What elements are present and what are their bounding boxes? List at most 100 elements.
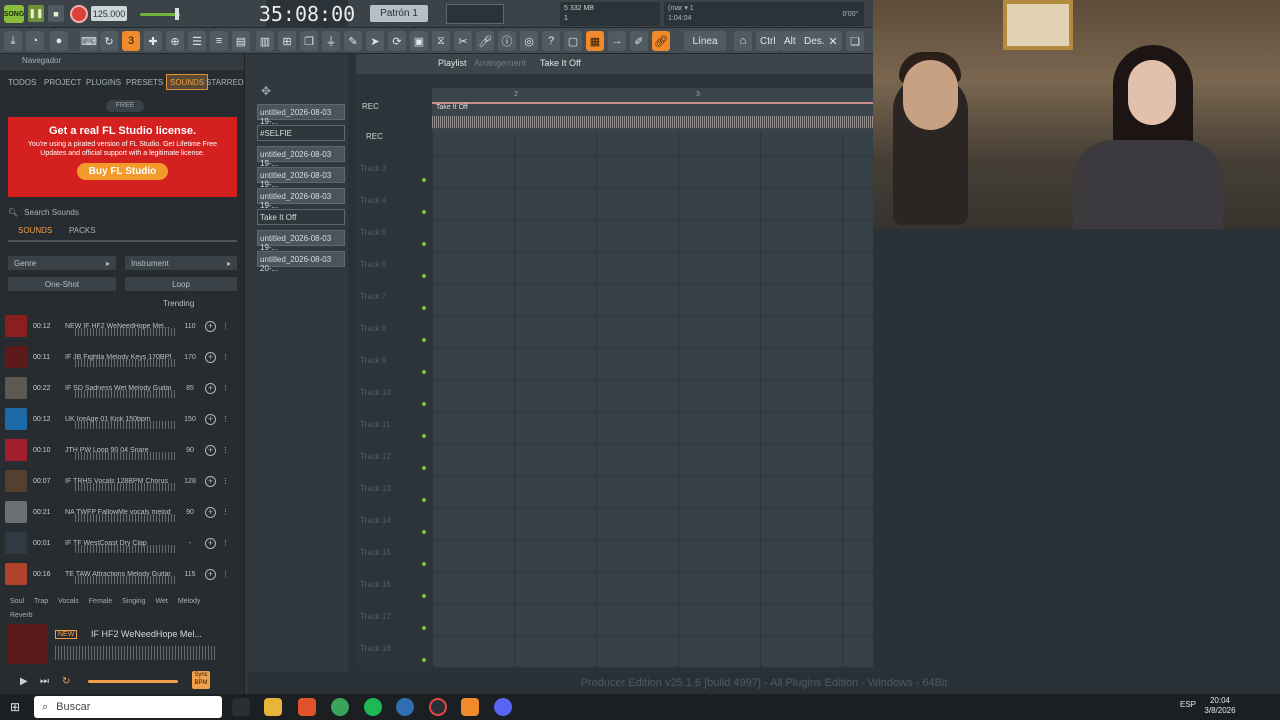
sound-list-item[interactable]: 00:21 NA TWFP FallowMe vocals melody... 90… [5,498,238,526]
oneshot-toggle[interactable]: One-Shot [8,277,116,291]
time-display[interactable]: 35:08:00 [259,0,355,28]
add-sound-icon[interactable]: + [205,475,216,487]
track-header[interactable]: Track 16 [360,580,430,612]
save-icon[interactable]: ⤓ [4,31,22,51]
track-header[interactable]: Track 4 [360,196,430,228]
add-sound-icon[interactable]: + [205,320,216,332]
sound-list-item[interactable]: 00:10 JTH PW Loop 90 04 Snare 90 + ⋮ [5,436,238,464]
subtab-sounds[interactable]: SOUNDS [18,226,52,235]
track-active-indicator[interactable] [422,594,426,598]
more-icon[interactable]: ⋮ [222,570,229,578]
add-sound-icon[interactable]: + [205,413,216,425]
pattern-item[interactable]: Take It Off [257,209,345,225]
tag[interactable]: Melody [178,598,201,610]
snap-selector[interactable]: Línea [684,31,726,51]
pattern-selector[interactable]: Patrón 1 [370,5,428,22]
track-active-indicator[interactable] [422,434,426,438]
chrome-icon[interactable] [331,698,349,716]
track-active-indicator[interactable] [422,242,426,246]
pattern-item[interactable]: untitled_2026-08-03 19-... [257,104,345,126]
refresh-icon[interactable]: ⟳ [388,31,406,51]
next-icon[interactable]: → [608,31,626,51]
playlist-icon[interactable]: ▥ [256,31,274,51]
loop-toggle[interactable]: Loop [125,277,237,291]
tab-starred[interactable]: STARRED [206,74,244,90]
track-active-indicator[interactable] [422,498,426,502]
sound-list-item[interactable]: 00:16 TE TAW Attractions Melody Guitar...… [5,560,238,588]
stamp-icon[interactable]: ▣ [410,31,428,51]
add-sound-icon[interactable]: + [205,506,216,518]
instrument-filter[interactable]: Instrument ▸ [125,256,237,270]
brave-icon[interactable] [298,698,316,716]
preview-play-icon[interactable]: ▶ [20,676,28,687]
tab-presets[interactable]: PRESETS [126,74,163,90]
more-icon[interactable]: ⋮ [222,384,229,392]
fl-studio-icon[interactable] [461,698,479,716]
play-button[interactable]: ❚❚ [28,5,44,22]
spotify-icon[interactable] [364,698,382,716]
sound-list-item[interactable]: 00:07 IF TRHS Vocals 128BPM Chorus 128 + ⋮ [5,467,238,495]
track-active-indicator[interactable] [422,530,426,534]
search-input[interactable]: Search Sounds [24,208,79,217]
master-volume-slider[interactable] [140,13,180,16]
tag[interactable]: Wet [155,598,167,610]
ctrl-button[interactable]: Ctrl [756,31,780,51]
language-indicator[interactable]: ESP [1180,700,1196,709]
mic-icon[interactable]: 🎤︎ [476,31,494,51]
file-explorer-icon[interactable] [264,698,282,716]
recording-filter-icon[interactable]: ⊕ [166,31,184,51]
track-active-indicator[interactable] [422,370,426,374]
more-icon[interactable]: ⋮ [222,446,229,454]
track-active-indicator[interactable] [422,658,426,662]
taskbar-search-input[interactable]: Buscar [56,701,90,713]
tempo-display[interactable]: 125.000 [91,6,127,21]
tag[interactable]: Reverb [10,612,33,619]
tab-plugins[interactable]: PLUGINS [86,74,121,90]
record-button[interactable] [70,5,88,23]
channel-rack-icon[interactable]: ≡ [210,31,228,51]
track-header[interactable]: Track 17 [360,612,430,644]
more-icon[interactable]: ⋮ [222,322,229,330]
more-icon[interactable]: ⋮ [222,508,229,516]
timeline-ruler[interactable]: 2 3 [432,88,873,102]
track-active-indicator[interactable] [422,274,426,278]
sort-trending[interactable]: Trending [163,299,194,308]
taskbar-search[interactable]: ⌕ Buscar [34,696,222,718]
track-active-indicator[interactable] [422,626,426,630]
master-volume-knob[interactable] [175,8,179,20]
audio-clip[interactable]: Take It Off [432,102,873,132]
sound-list-item[interactable]: 00:22 IF SD Sadness Wet Melody Guitar... 8… [5,374,238,402]
track-header[interactable]: Track 3 [360,164,430,196]
system-clock[interactable]: 20:04 3/8/2026 [1200,696,1240,718]
pattern-item[interactable]: untitled_2026-08-03 19-... [257,167,345,189]
plugin-database-icon[interactable]: ❐ [300,31,318,51]
window-icon[interactable]: ▢ [564,31,582,51]
blend-icon[interactable]: ✚ [144,31,162,51]
arrow-icon[interactable]: ➤ [366,31,384,51]
tab-sounds[interactable]: SOUNDS [166,74,209,90]
metronome-icon[interactable]: ◔ [26,31,44,51]
tempo-icon[interactable]: ⧖ [432,31,450,51]
track-active-indicator[interactable] [422,402,426,406]
track-active-indicator[interactable] [422,562,426,566]
preview-next-icon[interactable]: ⏭ [40,676,49,687]
track-header[interactable]: Track 9 [360,356,430,388]
more-icon[interactable]: ⋮ [222,415,229,423]
tag[interactable]: Vocals [58,598,79,610]
plug-icon[interactable]: ⏚ [322,31,340,51]
more-icon[interactable]: ⋮ [222,477,229,485]
info-icon[interactable]: ⓘ [498,31,516,51]
pattern-item[interactable]: untitled_2026-08-03 19-... [257,230,345,252]
track-header[interactable]: Track 14 [360,516,430,548]
track-active-indicator[interactable] [422,178,426,182]
track-header[interactable]: Track 6 [360,260,430,292]
step-edit-icon[interactable]: 3 [122,31,140,51]
track-header[interactable]: Track 7 [360,292,430,324]
buy-fl-studio-button[interactable]: Buy FL Studio [76,163,169,180]
pattern-mode-icon[interactable]: ▦ [586,31,604,51]
close-icon[interactable]: ✕ [824,31,842,51]
sound-list-item[interactable]: 00:12 UK IceAge 01 Kick 150bpm 150 + ⋮ [5,405,238,433]
pattern-item[interactable]: #SELFIE [257,125,345,141]
track-active-indicator[interactable] [422,210,426,214]
copy-icon[interactable]: ❏ [846,31,864,51]
